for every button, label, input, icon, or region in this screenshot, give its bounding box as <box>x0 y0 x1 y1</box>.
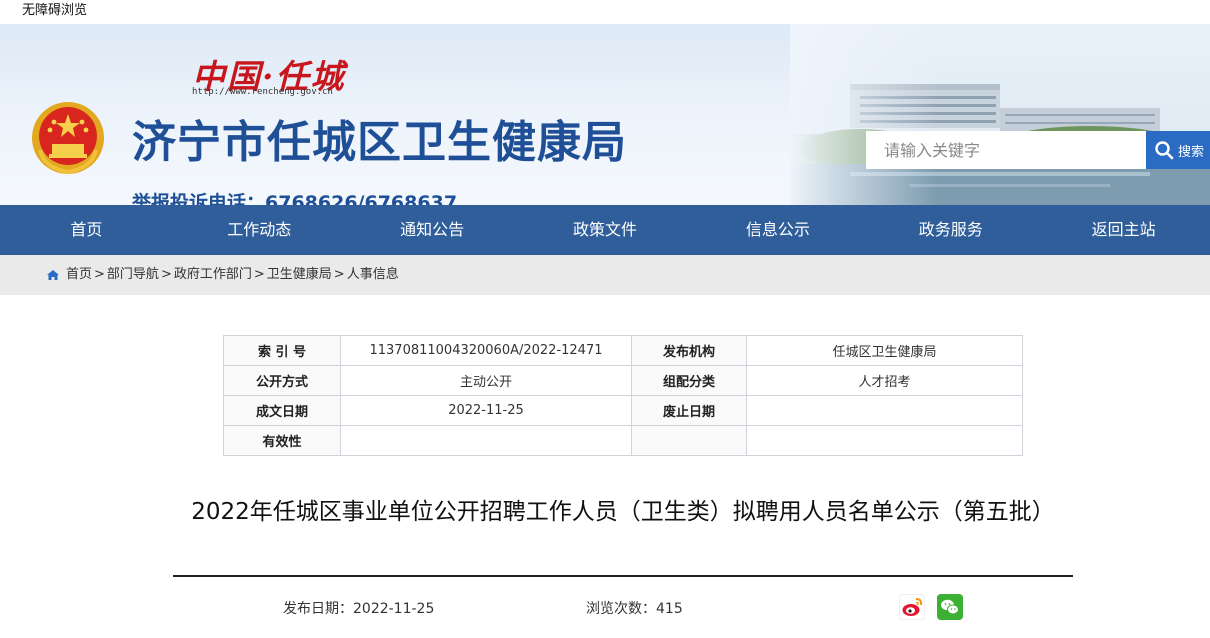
breadcrumb-separator: > <box>333 267 345 282</box>
open-mode-value: 主动公开 <box>340 365 632 396</box>
empty-cell <box>631 425 747 456</box>
logo-url: http://www.rencheng.gov.cn <box>192 87 333 97</box>
created-date-value: 2022-11-25 <box>340 395 632 426</box>
search-button[interactable]: 搜索 <box>1146 131 1210 169</box>
nav-item-gov-services[interactable]: 政务服务 <box>864 205 1037 255</box>
nav-item-home[interactable]: 首页 <box>0 205 173 255</box>
nav-item-notices[interactable]: 通知公告 <box>346 205 519 255</box>
home-icon <box>47 270 59 280</box>
view-count-value: 415 <box>656 601 683 617</box>
publisher-label: 发布机构 <box>631 335 747 366</box>
weibo-icon[interactable] <box>899 594 925 620</box>
publish-date: 发布日期：2022-11-25 <box>283 598 434 618</box>
search-button-label: 搜索 <box>1178 144 1205 160</box>
table-row: 成文日期 2022-11-25 废止日期 <box>223 395 1023 426</box>
breadcrumb: 首页 > 部门导航 > 政府工作部门 > 卫生健康局 > 人事信息 <box>0 255 1210 295</box>
breadcrumb-dept-nav[interactable]: 部门导航 <box>107 255 159 295</box>
header-scenery-image <box>790 24 1210 205</box>
view-count-label: 浏览次数： <box>586 601 656 617</box>
breadcrumb-health-bureau[interactable]: 卫生健康局 <box>267 255 332 295</box>
hotline: 举报投诉电话：6768626/6768637 <box>132 188 457 205</box>
site-header: 中国·任城 http://www.rencheng.gov.cn 济宁市任城区卫… <box>0 24 1210 205</box>
open-mode-label: 公开方式 <box>223 365 341 396</box>
table-row: 公开方式 主动公开 组配分类 人才招考 <box>223 365 1023 396</box>
category-value: 人才招考 <box>746 365 1023 396</box>
index-no-label: 索 引 号 <box>223 335 341 366</box>
index-no-value: 11370811004320060A/2022-12471 <box>340 335 632 366</box>
created-date-label: 成文日期 <box>223 395 341 426</box>
site-title: 济宁市任城区卫生健康局 <box>132 117 627 168</box>
search-input[interactable] <box>866 131 1146 169</box>
nav-item-policy-docs[interactable]: 政策文件 <box>519 205 692 255</box>
publish-date-value: 2022-11-25 <box>353 601 435 617</box>
publish-date-label: 发布日期： <box>283 601 353 617</box>
search-box: 搜索 <box>866 131 1210 169</box>
abolished-date-value <box>746 395 1023 426</box>
main-nav: 首页 工作动态 通知公告 政策文件 信息公示 政务服务 返回主站 <box>0 205 1210 255</box>
document-meta-table: 索 引 号 11370811004320060A/2022-12471 发布机构… <box>223 335 1023 456</box>
publisher-value: 任城区卫生健康局 <box>746 335 1023 366</box>
breadcrumb-personnel-info[interactable]: 人事信息 <box>347 255 399 295</box>
validity-value <box>340 425 632 456</box>
article-title: 2022年任城区事业单位公开招聘工作人员（卫生类）拟聘用人员名单公示（第五批） <box>191 499 1055 525</box>
category-label: 组配分类 <box>631 365 747 396</box>
breadcrumb-separator: > <box>94 267 105 282</box>
breadcrumb-separator: > <box>160 267 172 282</box>
nav-item-info-disclosure[interactable]: 信息公示 <box>691 205 864 255</box>
accessibility-link[interactable]: 无障碍浏览 <box>0 0 1210 24</box>
breadcrumb-gov-depts[interactable]: 政府工作部门 <box>174 255 252 295</box>
hotline-numbers: 6768626/6768637 <box>265 192 458 205</box>
nav-item-main-site[interactable]: 返回主站 <box>1037 205 1210 255</box>
validity-label: 有效性 <box>223 425 341 456</box>
hotline-label: 举报投诉电话： <box>132 192 266 205</box>
national-emblem-icon <box>32 102 104 175</box>
wechat-icon[interactable] <box>937 594 963 620</box>
view-count: 浏览次数：415 <box>586 598 683 618</box>
table-row: 索 引 号 11370811004320060A/2022-12471 发布机构… <box>223 335 1023 366</box>
breadcrumb-separator: > <box>253 267 265 282</box>
abolished-date-label: 废止日期 <box>631 395 747 426</box>
title-divider <box>173 575 1073 577</box>
search-icon <box>1155 141 1174 160</box>
breadcrumb-home[interactable]: 首页 <box>66 255 92 295</box>
table-row: 有效性 <box>223 425 1023 456</box>
empty-cell <box>746 425 1023 456</box>
nav-item-work-news[interactable]: 工作动态 <box>173 205 346 255</box>
